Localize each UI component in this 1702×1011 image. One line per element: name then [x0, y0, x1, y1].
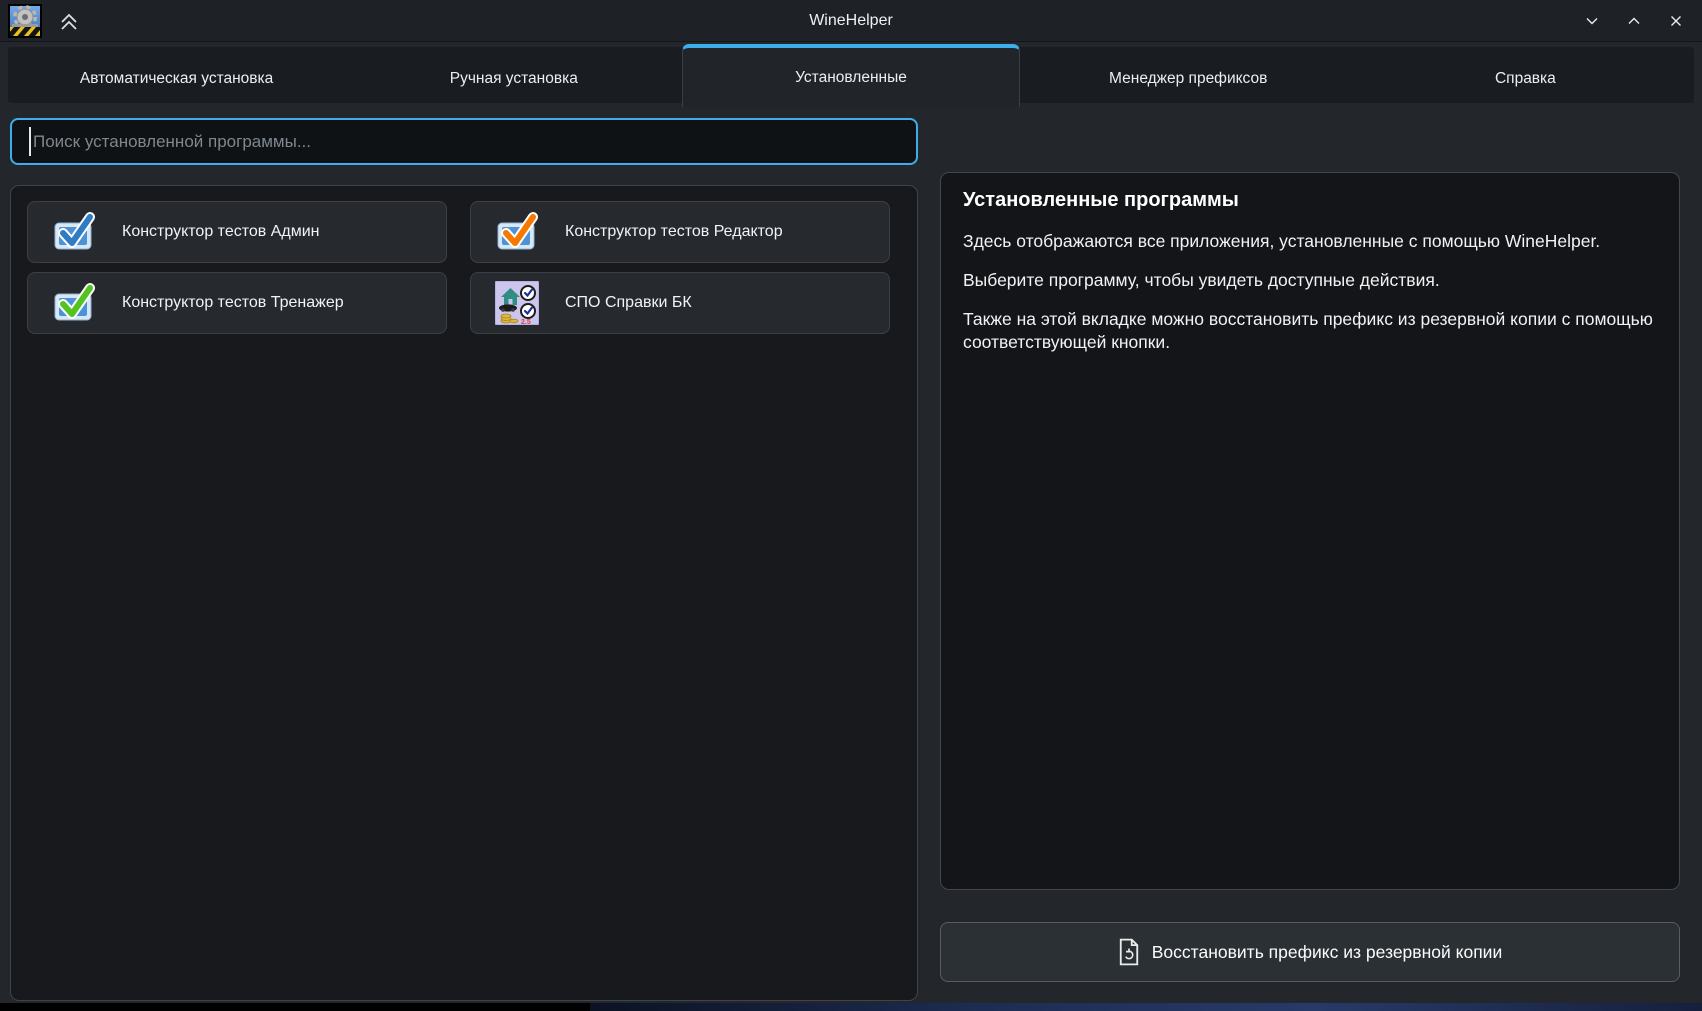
program-item-konstruktor-redaktor[interactable]: Конструктор тестов Редактор [470, 201, 890, 263]
desktop-strip-blue [590, 1003, 1702, 1011]
program-label: Конструктор тестов Админ [122, 223, 320, 241]
winehelper-app-icon [8, 4, 42, 38]
program-item-konstruktor-admin[interactable]: Конструктор тестов Админ [27, 201, 447, 263]
tab-label: Установленные [795, 69, 907, 87]
tab-label: Автоматическая установка [80, 70, 273, 88]
text-caret [29, 127, 31, 156]
minimize-button[interactable] [1578, 7, 1606, 35]
tab-bar: Автоматическая установка Ручная установк… [8, 47, 1694, 103]
info-panel-title: Установленные программы [963, 189, 1657, 212]
svg-text:2.5: 2.5 [521, 319, 531, 325]
info-paragraph: Также на этой вкладке можно восстановить… [963, 308, 1657, 356]
info-paragraph: Здесь отображаются все приложения, устан… [963, 230, 1657, 254]
tab-label: Справка [1495, 70, 1556, 88]
chevron-up-icon [1625, 12, 1643, 30]
info-paragraph: Выберите программу, чтобы увидеть доступ… [963, 269, 1657, 293]
program-item-konstruktor-trenazher[interactable]: Конструктор тестов Тренажер [27, 272, 447, 334]
chevron-down-icon [1583, 12, 1601, 30]
tab-prefix-manager[interactable]: Менеджер префиксов [1020, 47, 1357, 110]
winehelper-window: WineHelper Автоматическая установка Ручн… [0, 0, 1702, 1011]
restore-prefix-button[interactable]: Восстановить префикс из резервной копии [940, 922, 1680, 982]
checkbox-green-check-icon [52, 281, 96, 325]
search-field-wrapper [10, 118, 918, 165]
checkbox-orange-check-icon [495, 210, 539, 254]
window-controls [1578, 7, 1702, 35]
tab-help[interactable]: Справка [1357, 47, 1694, 110]
titlebar: WineHelper [0, 0, 1702, 42]
program-item-spo-spravki-bk[interactable]: 2.5 СПО Справки БК [470, 272, 890, 334]
tab-label: Ручная установка [450, 70, 578, 88]
tab-manual-install[interactable]: Ручная установка [345, 47, 682, 110]
window-title: WineHelper [0, 0, 1702, 42]
close-icon [1667, 12, 1685, 30]
program-label: Конструктор тестов Редактор [565, 223, 783, 241]
installed-programs-panel: Конструктор тестов Админ Конструктор тес… [10, 185, 918, 1001]
close-button[interactable] [1662, 7, 1690, 35]
desktop-strip-black [0, 1003, 590, 1011]
double-chevron-up-icon [56, 8, 82, 34]
program-label: СПО Справки БК [565, 294, 692, 312]
info-panel: Установленные программы Здесь отображают… [940, 172, 1680, 890]
tab-label: Менеджер префиксов [1109, 70, 1267, 88]
maximize-button[interactable] [1620, 7, 1648, 35]
document-restore-icon [1118, 938, 1140, 966]
desktop-taskbar-strip [0, 1003, 1702, 1011]
tab-installed[interactable]: Установленные [682, 44, 1019, 107]
tab-automatic-install[interactable]: Автоматическая установка [8, 47, 345, 110]
spo-spravki-bk-icon: 2.5 [495, 281, 539, 325]
checkbox-blue-check-icon [52, 210, 96, 254]
program-cards-grid: Конструктор тестов Админ Конструктор тес… [27, 201, 901, 334]
restore-button-label: Восстановить префикс из резервной копии [1152, 942, 1502, 963]
keep-above-button[interactable] [54, 6, 84, 36]
search-input[interactable] [10, 118, 918, 165]
program-label: Конструктор тестов Тренажер [122, 294, 344, 312]
